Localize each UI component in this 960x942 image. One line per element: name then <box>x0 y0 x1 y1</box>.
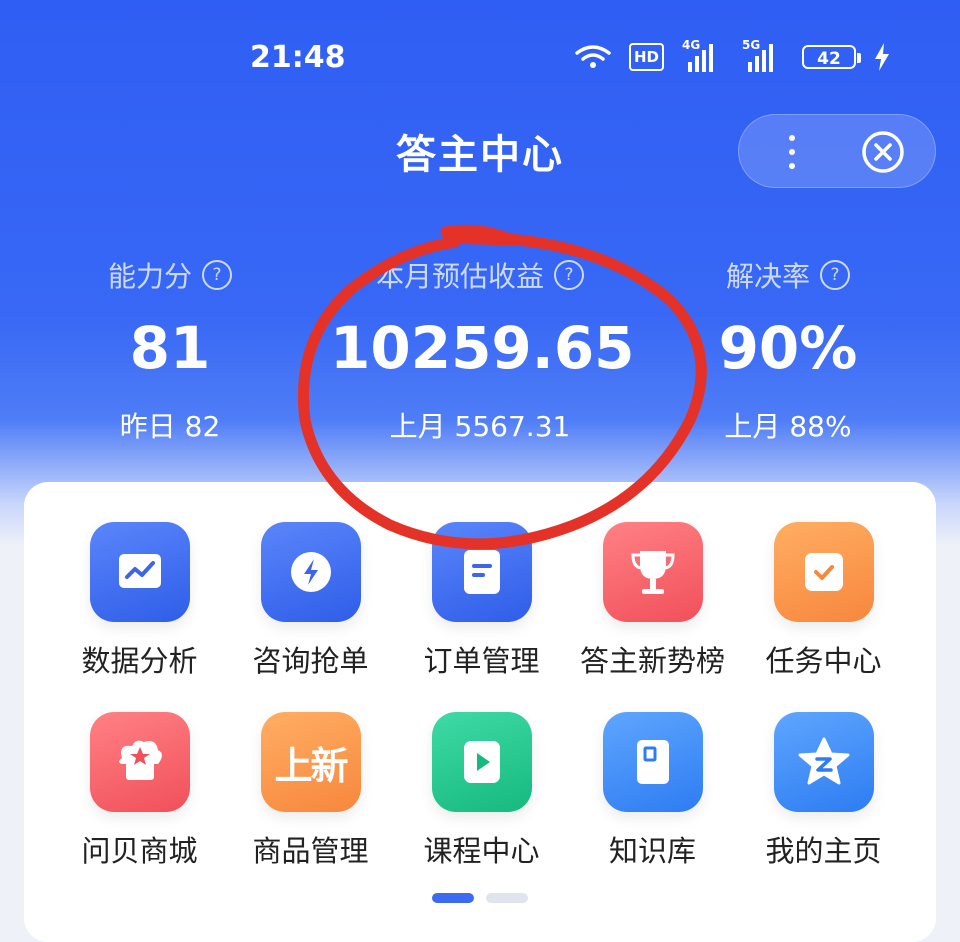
menu-label: 知识库 <box>608 834 696 868</box>
stat-resolution-rate: 解决率? 90% 上月 88% <box>638 255 938 445</box>
dot-icon <box>789 135 795 141</box>
stat-label: 能力分 <box>107 260 192 293</box>
menu-my-homepage[interactable]: 我的主页 <box>738 712 909 902</box>
hd-badge: HD <box>628 43 664 71</box>
menu-wenbei-mall[interactable]: 问贝商城 <box>54 712 225 902</box>
signal-4g-icon: 4G <box>682 38 724 72</box>
menu-label: 订单管理 <box>423 644 540 678</box>
stat-sub: 昨日 82 <box>119 410 221 443</box>
video-play-icon <box>431 712 532 812</box>
new-badge-icon: 上新 <box>260 712 361 812</box>
stat-monthly-income: 本月预估收益? 10259.65 上月 5567.31 <box>330 255 635 445</box>
page-dot[interactable] <box>486 893 528 903</box>
trophy-icon <box>602 522 703 622</box>
star-z-icon <box>773 712 874 812</box>
stat-label: 解决率 <box>725 260 810 293</box>
menu-consult-grab[interactable]: 咨询抢单 <box>225 522 396 712</box>
help-icon[interactable]: ? <box>202 260 232 290</box>
stat-label: 本月预估收益 <box>375 260 544 293</box>
menu-data-analysis[interactable]: 数据分析 <box>54 522 225 712</box>
menu-product-management[interactable]: 上新 商品管理 <box>225 712 396 902</box>
function-grid: 数据分析 咨询抢单 订单管理 答主新势榜 任务中心 问贝商城 上新 商品管理 课… <box>24 522 936 902</box>
dot-icon <box>789 149 795 155</box>
book-icon <box>602 712 703 812</box>
signal-5g-icon: 5G <box>742 38 784 72</box>
wifi-icon <box>575 45 611 68</box>
function-card: 数据分析 咨询抢单 订单管理 答主新势榜 任务中心 问贝商城 上新 商品管理 课… <box>24 482 936 942</box>
menu-label: 数据分析 <box>81 644 198 678</box>
menu-label: 咨询抢单 <box>252 644 369 678</box>
mini-program-capsule <box>738 114 936 188</box>
more-options-button[interactable] <box>777 127 807 177</box>
menu-label: 商品管理 <box>252 834 369 868</box>
menu-label: 课程中心 <box>423 834 540 868</box>
menu-task-center[interactable]: 任务中心 <box>738 522 909 712</box>
stat-value: 81 <box>129 314 211 382</box>
stat-value: 10259.65 <box>330 314 635 382</box>
document-icon <box>431 522 532 622</box>
menu-new-star-ranking[interactable]: 答主新势榜 <box>567 522 738 712</box>
status-time: 21:48 <box>250 40 346 75</box>
lightning-icon <box>260 522 361 622</box>
status-icons: HD 4G 5G 42 <box>575 38 890 72</box>
calendar-check-icon <box>773 522 874 622</box>
charging-bolt-icon <box>875 43 889 71</box>
page-dot-active[interactable] <box>432 893 474 903</box>
menu-label: 问贝商城 <box>81 834 198 868</box>
close-circle-icon[interactable] <box>861 130 905 174</box>
stat-ability-score: 能力分? 81 昨日 82 <box>20 255 320 445</box>
shop-star-icon <box>89 712 190 812</box>
menu-knowledge-base[interactable]: 知识库 <box>567 712 738 902</box>
chart-icon <box>89 522 190 622</box>
menu-order-management[interactable]: 订单管理 <box>396 522 567 712</box>
page-indicator <box>432 893 528 903</box>
help-icon[interactable]: ? <box>554 260 584 290</box>
stat-sub: 上月 5567.31 <box>389 410 571 443</box>
dot-icon <box>789 163 795 169</box>
menu-label: 答主新势榜 <box>579 644 725 678</box>
menu-label: 我的主页 <box>765 834 882 868</box>
stat-sub: 上月 88% <box>724 410 852 443</box>
stat-value: 90% <box>718 314 858 382</box>
help-icon[interactable]: ? <box>820 260 850 290</box>
battery-icon: 42 <box>802 45 861 69</box>
menu-course-center[interactable]: 课程中心 <box>396 712 567 902</box>
menu-label: 任务中心 <box>765 644 882 678</box>
